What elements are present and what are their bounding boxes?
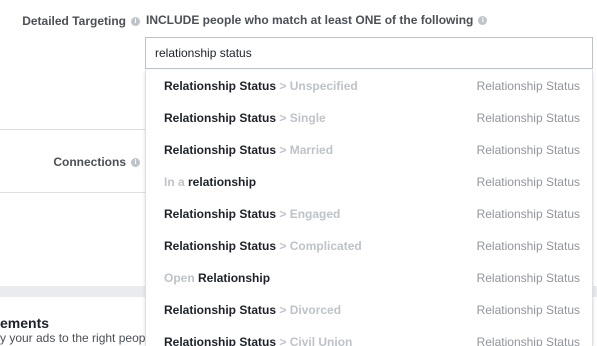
info-icon[interactable]: i [131, 157, 140, 167]
suggestion-category: Relationship Status [476, 207, 580, 221]
suggestion-item[interactable]: Relationship Status > Divorced Relationsh… [146, 294, 592, 326]
suggestion-match: Relationship [198, 271, 271, 285]
suggestion-category: Relationship Status [476, 175, 580, 189]
suggestion-rest: In a [164, 175, 189, 189]
suggestion-text: Relationship Status > Complicated [164, 239, 362, 253]
suggestion-item[interactable]: Relationship Status > Civil Union Relatio… [146, 326, 592, 346]
info-icon[interactable]: i [478, 15, 488, 25]
section-divider [0, 129, 146, 130]
suggestion-match: Relationship Status [164, 111, 277, 125]
suggestion-rest: > Single [276, 111, 326, 125]
suggestion-category: Relationship Status [476, 271, 580, 285]
suggestion-text: Open Relationship [164, 271, 270, 285]
detailed-targeting-search-input[interactable] [145, 37, 593, 69]
suggestions-dropdown: Relationship Status > Unspecified Relatio… [145, 70, 593, 346]
suggestion-text: Relationship Status > Civil Union [164, 335, 352, 346]
suggestion-category: Relationship Status [476, 79, 580, 93]
suggestion-category: Relationship Status [476, 335, 580, 346]
suggestion-match: Relationship Status [164, 239, 277, 253]
suggestion-item[interactable]: Relationship Status > Engaged Relationshi… [146, 198, 592, 230]
suggestion-item[interactable]: Relationship Status > Single Relationship… [146, 102, 592, 134]
suggestion-rest: > Complicated [276, 239, 362, 253]
suggestion-text: Relationship Status > Single [164, 111, 326, 125]
placements-description: y your ads to the right people [0, 331, 155, 345]
suggestion-category: Relationship Status [476, 239, 580, 253]
include-instructions: INCLUDE people who match at least ONE of… [146, 13, 488, 27]
suggestion-match: relationship [188, 175, 257, 189]
suggestion-item[interactable]: Relationship Status > Complicated Relatio… [146, 230, 592, 262]
suggestion-match: Relationship Status [164, 79, 277, 93]
suggestion-text: Relationship Status > Divorced [164, 303, 341, 317]
suggestion-category: Relationship Status [476, 303, 580, 317]
suggestion-item[interactable]: Relationship Status > Unspecified Relatio… [146, 70, 592, 102]
suggestion-category: Relationship Status [476, 111, 580, 125]
suggestion-rest: > Married [276, 143, 334, 157]
suggestion-rest: > Civil Union [276, 335, 353, 346]
connections-text: Connections [53, 155, 126, 169]
section-divider [0, 192, 146, 193]
suggestion-match: Relationship Status [164, 207, 277, 221]
suggestion-text: Relationship Status > Engaged [164, 207, 340, 221]
suggestion-rest: > Divorced [276, 303, 342, 317]
connections-label: Connections i [53, 155, 140, 169]
suggestion-item[interactable]: In a relationship Relationship Status [146, 166, 592, 198]
suggestion-text: Relationship Status > Married [164, 143, 333, 157]
suggestion-text: In a relationship [164, 175, 256, 189]
suggestion-rest: > Unspecified [276, 79, 358, 93]
suggestion-match: Relationship Status [164, 303, 277, 317]
suggestion-text: Relationship Status > Unspecified [164, 79, 358, 93]
suggestion-match: Relationship Status [164, 143, 277, 157]
suggestion-rest: Open [164, 271, 199, 285]
placements-heading: ements [0, 315, 50, 331]
suggestion-category: Relationship Status [476, 143, 580, 157]
detailed-targeting-label: Detailed Targeting i [22, 14, 140, 28]
suggestion-item[interactable]: Relationship Status > Married Relationshi… [146, 134, 592, 166]
detailed-targeting-text: Detailed Targeting [22, 14, 126, 28]
suggestion-item[interactable]: Open Relationship Relationship Status [146, 262, 592, 294]
include-text: INCLUDE people who match at least ONE of… [146, 13, 474, 27]
suggestion-rest: > Engaged [276, 207, 341, 221]
suggestion-match: Relationship Status [164, 335, 277, 346]
info-icon[interactable]: i [131, 16, 140, 26]
